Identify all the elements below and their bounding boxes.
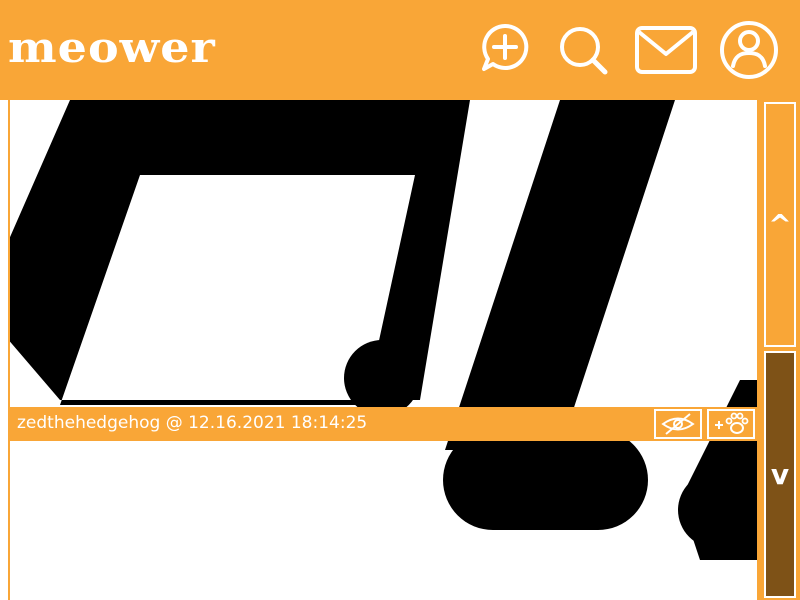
add-reaction-button[interactable] bbox=[707, 409, 755, 439]
scroll-down-button[interactable]: v bbox=[764, 351, 796, 598]
hide-post-button[interactable] bbox=[654, 409, 702, 439]
profile-icon bbox=[718, 20, 780, 80]
profile-button[interactable] bbox=[718, 20, 780, 80]
new-post-button[interactable] bbox=[478, 20, 534, 80]
left-border bbox=[0, 100, 10, 600]
meower-app: meower zedthehedgehog @ 12.16.2021 18:14… bbox=[0, 0, 800, 600]
mail-icon bbox=[634, 20, 698, 80]
new-post-icon bbox=[478, 20, 534, 80]
scroll-up-button[interactable]: ^ bbox=[764, 102, 796, 347]
scroll-down-label: v bbox=[770, 457, 790, 491]
messages-button[interactable] bbox=[634, 20, 698, 80]
search-icon bbox=[557, 20, 609, 80]
post-info-bar: zedthehedgehog @ 12.16.2021 18:14:25 bbox=[10, 407, 757, 441]
search-button[interactable] bbox=[557, 20, 609, 80]
post-image bbox=[10, 100, 757, 600]
scroll-up-label: ^ bbox=[768, 207, 792, 241]
scroll-rail: ^ v bbox=[757, 100, 800, 600]
app-logo[interactable]: meower bbox=[8, 26, 216, 68]
post-author-timestamp: zedthehedgehog @ 12.16.2021 18:14:25 bbox=[17, 413, 368, 433]
top-bar: meower bbox=[0, 0, 800, 100]
